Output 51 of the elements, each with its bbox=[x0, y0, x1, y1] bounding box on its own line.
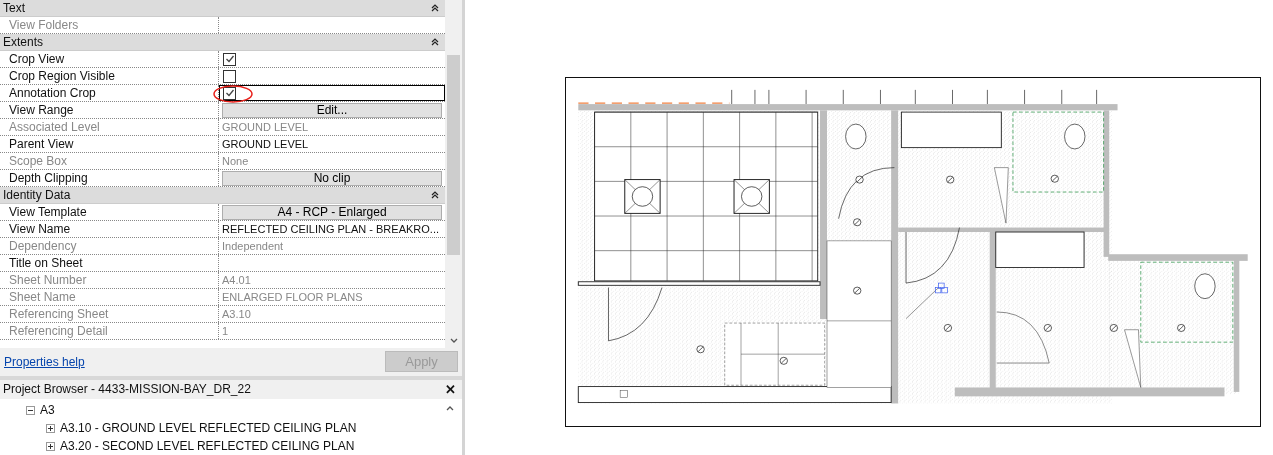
property-name: Sheet Name bbox=[0, 289, 219, 305]
property-value-cell[interactable]: REFLECTED CEILING PLAN - BREAKRO... bbox=[219, 221, 445, 237]
property-name: Annotation Crop bbox=[0, 85, 219, 101]
property-name: Crop Region Visible bbox=[0, 68, 219, 84]
close-button[interactable]: ✕ bbox=[445, 381, 456, 397]
property-value-cell[interactable] bbox=[219, 85, 445, 101]
property-value-cell[interactable]: GROUND LEVEL bbox=[219, 136, 445, 152]
panel-title: Project Browser - 4433-MISSION-BAY_DR_22 bbox=[3, 382, 251, 397]
group-header[interactable]: Text bbox=[0, 0, 445, 17]
collapse-icon bbox=[431, 4, 439, 12]
scroll-up-icon[interactable] bbox=[446, 405, 454, 411]
property-name: Referencing Sheet bbox=[0, 306, 219, 322]
value-text: None bbox=[222, 155, 249, 167]
value-text: 1 bbox=[222, 325, 229, 337]
checkbox[interactable] bbox=[223, 69, 236, 83]
collapse-icon bbox=[431, 38, 439, 46]
collapse-toggle-icon[interactable] bbox=[26, 405, 35, 415]
scrollbar-track[interactable] bbox=[445, 0, 462, 349]
value-text: GROUND LEVEL bbox=[222, 121, 309, 133]
expand-toggle-icon[interactable] bbox=[46, 441, 55, 451]
property-name: Crop View bbox=[0, 51, 219, 67]
value-text: REFLECTED CEILING PLAN - BREAKRO... bbox=[222, 223, 439, 235]
properties-help-link[interactable]: Properties help bbox=[4, 354, 85, 369]
property-name: View Range bbox=[0, 102, 219, 118]
scroll-thumb[interactable] bbox=[447, 55, 460, 255]
scroll-down-icon[interactable] bbox=[449, 338, 458, 345]
tree-item[interactable]: A3 bbox=[40, 403, 55, 417]
property-name: View Name bbox=[0, 221, 219, 237]
value-text: A3.10 bbox=[222, 308, 251, 320]
property-name: View Folders bbox=[0, 17, 219, 33]
group-header[interactable]: Identity Data bbox=[0, 187, 445, 204]
group-header[interactable]: Extents bbox=[0, 34, 445, 51]
expand-toggle-icon[interactable] bbox=[46, 423, 55, 433]
property-name: Sheet Number bbox=[0, 272, 219, 288]
property-name: Dependency bbox=[0, 238, 219, 254]
property-name: Depth Clipping bbox=[0, 170, 219, 186]
collapse-icon bbox=[431, 191, 439, 199]
value-text: GROUND LEVEL bbox=[222, 138, 309, 150]
tree-item[interactable]: A3.20 - SECOND LEVEL REFLECTED CEILING PLAN bbox=[60, 439, 355, 453]
tree-item[interactable]: A3.10 - GROUND LEVEL REFLECTED CEILING PLAN bbox=[60, 421, 357, 435]
value-text: A4.01 bbox=[222, 274, 251, 286]
property-name: Parent View bbox=[0, 136, 219, 152]
property-name: View Template bbox=[0, 204, 219, 220]
property-name: Scope Box bbox=[0, 153, 219, 169]
property-name: Associated Level bbox=[0, 119, 219, 135]
property-name: Title on Sheet bbox=[0, 255, 219, 271]
property-name: Referencing Detail bbox=[0, 323, 219, 339]
circled-mark-annotation bbox=[213, 85, 253, 103]
value-text: ENLARGED FLOOR PLANS bbox=[222, 291, 363, 303]
value-text: Independent bbox=[222, 240, 284, 252]
checkbox[interactable] bbox=[223, 52, 236, 66]
